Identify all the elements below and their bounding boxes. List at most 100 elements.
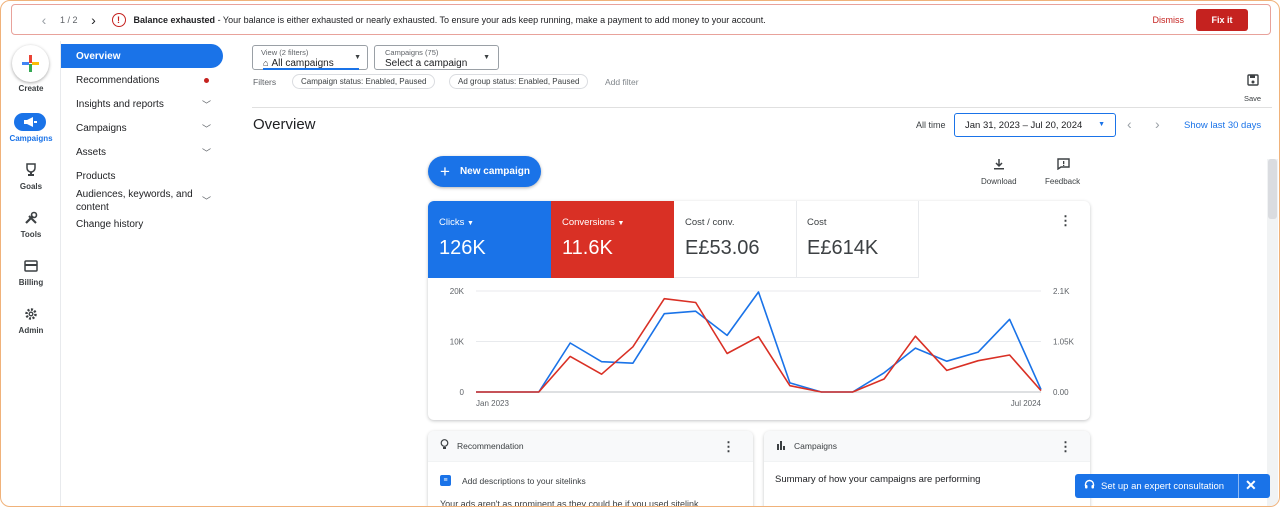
recommendation-description: Your ads aren't as prominent as they cou…	[440, 499, 699, 507]
y-tick-right: 0.00	[1053, 388, 1069, 397]
nav-item-label: Change history	[76, 218, 144, 230]
campaigns-summary: Summary of how your campaigns are perfor…	[775, 474, 981, 485]
banner-pager: 1 / 2	[60, 14, 78, 25]
feedback-label: Feedback	[1045, 177, 1081, 186]
separator	[1238, 474, 1239, 498]
filter-chip-campaign-status[interactable]: Campaign status: Enabled, Paused	[292, 74, 436, 89]
campaign-select-caption: Campaigns (75)	[385, 48, 439, 57]
banner-text: - Your balance is either exhausted or ne…	[215, 14, 766, 25]
recommendation-card: Recommendation ⋮ ≡ Add descriptions to yo…	[428, 431, 753, 507]
card-header: Recommendation	[428, 431, 753, 462]
next-period-icon[interactable]: ›	[1155, 116, 1160, 132]
performance-card: Clicks ▼ 126K Conversions ▼ 11.6K Cost /…	[428, 201, 1090, 420]
close-icon[interactable]: ✕	[1245, 477, 1257, 494]
nav-item-label: Products	[76, 170, 116, 182]
nav-item-label: Audiences, keywords, and	[76, 189, 193, 200]
y-tick-left: 0	[460, 388, 465, 397]
dropdown-arrow-icon: ▼	[354, 54, 361, 61]
recommendation-item[interactable]: ≡ Add descriptions to your sitelinks	[440, 475, 586, 486]
campaign-select[interactable]: Campaigns (75) Select a campaign ▼	[374, 45, 499, 70]
nav-item-insights[interactable]: Insights and reports ﹀	[61, 92, 223, 116]
x-tick-label: Jul 2024	[1011, 399, 1042, 408]
nav-item-label: Recommendations	[76, 74, 160, 86]
dismiss-button[interactable]: Dismiss	[1153, 15, 1185, 25]
fix-it-button[interactable]: Fix it	[1196, 8, 1248, 31]
previous-period-icon[interactable]: ‹	[1127, 116, 1132, 132]
alert-icon: !	[111, 12, 126, 27]
chevron-down-icon: ﹀	[201, 196, 211, 206]
filter-chip-ad-group-status[interactable]: Ad group status: Enabled, Paused	[449, 74, 589, 89]
date-range-value: Jan 31, 2023 – Jul 20, 2024	[965, 119, 1083, 131]
expert-consultation-bar[interactable]: Set up an expert consultation ✕	[1075, 474, 1270, 498]
show-last-30-days-link[interactable]: Show last 30 days	[1184, 120, 1261, 131]
nav-item-overview[interactable]: Overview	[61, 44, 223, 68]
goals-trophy-icon[interactable]	[17, 161, 45, 179]
metric-value: 126K	[439, 237, 486, 259]
more-options-icon[interactable]: ⋮	[1059, 213, 1072, 229]
page-title: Overview	[253, 116, 316, 133]
dropdown-arrow-icon: ▼	[483, 54, 490, 61]
x-tick-label: Jan 2023	[476, 399, 509, 408]
plus-icon: +	[440, 161, 450, 181]
feedback-icon[interactable]	[1057, 158, 1070, 173]
create-button[interactable]	[12, 45, 49, 82]
more-options-icon[interactable]: ⋮	[1059, 439, 1072, 455]
metric-cost[interactable]: Cost E£614K	[796, 201, 919, 278]
balance-alert-banner: ‹ 1 / 2 › ! Balance exhausted - Your bal…	[11, 4, 1271, 35]
lightbulb-icon	[440, 439, 449, 453]
filters-label: Filters	[253, 77, 277, 87]
view-filter-caption: View (2 filters)	[261, 48, 309, 57]
metric-value: E£614K	[807, 237, 879, 259]
admin-gear-icon[interactable]	[17, 305, 45, 323]
prev-alert-icon[interactable]: ‹	[34, 12, 54, 28]
metric-label: Conversions ▼	[562, 217, 624, 228]
view-filter-select[interactable]: View (2 filters) ⌂ All campaigns ▼	[252, 45, 368, 70]
card-title: Campaigns	[794, 441, 837, 451]
scrollbar-thumb[interactable]	[1268, 159, 1277, 219]
add-filter-link[interactable]: Add filter	[605, 77, 639, 87]
nav-item-label: Assets	[76, 146, 107, 158]
metric-label: Clicks ▼	[439, 217, 474, 228]
headset-icon	[1084, 479, 1095, 493]
tools-icon[interactable]	[17, 209, 45, 227]
new-campaign-button[interactable]: + New campaign	[428, 156, 541, 187]
next-alert-icon[interactable]: ›	[84, 12, 104, 28]
nav-item-assets[interactable]: Assets ﹀	[61, 140, 223, 164]
clicks-label: Clicks	[439, 217, 465, 228]
campaigns-megaphone-icon[interactable]	[14, 113, 46, 131]
banner-pager-nav: ‹ 1 / 2 ›	[34, 12, 104, 28]
metric-value: 11.6K	[562, 237, 613, 259]
metric-cost-per-conv[interactable]: Cost / conv. E£53.06	[674, 201, 797, 278]
save-icon[interactable]	[1247, 74, 1259, 89]
banner-title: Balance exhausted	[133, 14, 216, 25]
card-header: Campaigns	[764, 431, 1090, 462]
y-tick-right: 1.05K	[1053, 338, 1075, 347]
left-rail: Create Campaigns Goals Tools Billing Adm…	[1, 41, 61, 506]
nav-item-recommendations[interactable]: Recommendations	[61, 68, 223, 92]
conversions-label: Conversions	[562, 217, 615, 228]
selected-underline	[263, 68, 359, 70]
caret-down-icon: ▼	[617, 220, 625, 227]
create-label: Create	[18, 84, 44, 93]
nav-item-label: Overview	[76, 50, 121, 62]
billing-card-icon[interactable]	[17, 257, 45, 275]
admin-label: Admin	[18, 326, 44, 335]
caret-down-icon: ▼	[466, 220, 474, 227]
notification-dot	[204, 77, 209, 83]
goals-label: Goals	[19, 182, 43, 191]
more-options-icon[interactable]: ⋮	[722, 439, 735, 455]
metric-conversions[interactable]: Conversions ▼ 11.6K	[551, 201, 674, 278]
y-tick-left: 20K	[450, 287, 465, 296]
download-label: Download	[981, 177, 1017, 186]
nav-item-label: Insights and reports	[76, 98, 164, 110]
nav-item-campaigns[interactable]: Campaigns ﹀	[61, 116, 223, 140]
y-tick-right: 2.1K	[1053, 287, 1070, 296]
chevron-down-icon: ﹀	[201, 99, 211, 110]
nav-item-change-history[interactable]: Change history	[61, 212, 223, 236]
metric-clicks[interactable]: Clicks ▼ 126K	[428, 201, 551, 278]
metric-label: Cost / conv.	[685, 217, 735, 228]
download-icon[interactable]	[993, 158, 1005, 173]
conversions-series-line	[476, 297, 1042, 393]
date-range-picker[interactable]: Jan 31, 2023 – Jul 20, 2024 ▼	[954, 113, 1116, 137]
recommendation-item-text: Add descriptions to your sitelinks	[462, 475, 586, 486]
